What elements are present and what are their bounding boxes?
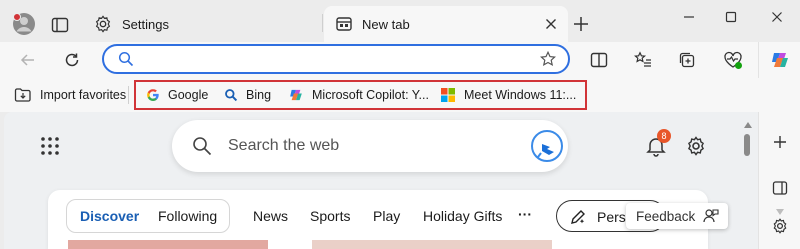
new-tab-icon bbox=[336, 16, 352, 32]
address-input[interactable] bbox=[148, 50, 532, 70]
favorite-google-label: Google bbox=[168, 88, 209, 102]
star-icon bbox=[540, 51, 556, 66]
pencil-sparkle-icon bbox=[569, 208, 587, 226]
browser-essentials-button[interactable] bbox=[722, 49, 744, 71]
split-screen-button[interactable] bbox=[588, 49, 610, 71]
search-icon bbox=[118, 51, 134, 67]
bing-chat-button[interactable] bbox=[530, 129, 564, 163]
refresh-icon bbox=[65, 53, 79, 67]
refresh-button[interactable] bbox=[60, 48, 84, 72]
apps-launcher-button[interactable] bbox=[38, 134, 62, 158]
split-screen-icon bbox=[590, 52, 608, 68]
back-button[interactable] bbox=[16, 48, 40, 72]
address-bar[interactable] bbox=[102, 44, 570, 74]
maximize-icon bbox=[725, 11, 737, 23]
close-icon bbox=[772, 12, 782, 22]
import-favorites-button[interactable]: Import favorites bbox=[14, 84, 126, 106]
tab-play[interactable]: Play bbox=[373, 208, 400, 224]
gear-icon bbox=[773, 218, 787, 234]
tab-settings-label: Settings bbox=[122, 16, 169, 32]
import-favorites-label: Import favorites bbox=[40, 88, 127, 102]
close-tab-button[interactable] bbox=[542, 15, 560, 33]
feedback-button[interactable]: Feedback bbox=[626, 203, 728, 229]
sidebar-settings-button[interactable] bbox=[768, 214, 792, 238]
tab-following[interactable]: Following bbox=[158, 208, 217, 224]
tab-sports[interactable]: Sports bbox=[310, 208, 350, 224]
collections-icon bbox=[679, 52, 695, 68]
new-tab-button[interactable] bbox=[570, 13, 592, 35]
search-placeholder: Search the web bbox=[228, 137, 340, 154]
web-search-box[interactable]: Search the web bbox=[172, 120, 568, 172]
close-icon bbox=[546, 19, 556, 29]
bing-chat-icon bbox=[531, 130, 563, 162]
tab-holiday-gifts[interactable]: Holiday Gifts bbox=[423, 208, 502, 224]
sidebar-panel-icon bbox=[772, 181, 788, 195]
tab-separator bbox=[322, 14, 323, 32]
feed-card-image[interactable] bbox=[312, 240, 552, 249]
profile-avatar[interactable] bbox=[10, 10, 38, 38]
notification-badge: 8 bbox=[657, 129, 671, 143]
page-scrollbar[interactable] bbox=[740, 112, 758, 249]
feedback-label: Feedback bbox=[636, 208, 696, 224]
minimize-button[interactable] bbox=[674, 6, 704, 28]
page-settings-button[interactable] bbox=[684, 134, 708, 158]
minimize-icon bbox=[684, 16, 694, 18]
heart-pulse-icon bbox=[724, 51, 742, 69]
gear-icon bbox=[94, 15, 112, 33]
tab-new-tab[interactable]: New tab bbox=[324, 6, 568, 42]
tab-discover[interactable]: Discover bbox=[80, 208, 139, 224]
favorite-google[interactable]: Google bbox=[146, 84, 208, 106]
bing-search-icon bbox=[225, 89, 238, 102]
profile-icon bbox=[13, 13, 35, 35]
more-tabs-button[interactable]: ··· bbox=[518, 206, 532, 222]
favorites-divider bbox=[128, 86, 129, 104]
vertical-tabs-icon bbox=[51, 17, 69, 33]
app-grid-icon bbox=[41, 137, 59, 155]
favorite-windows-label: Meet Windows 11:... bbox=[464, 88, 577, 102]
feedback-person-icon bbox=[703, 208, 719, 224]
favorite-star-button[interactable] bbox=[540, 51, 556, 67]
favorite-bing[interactable]: Bing bbox=[224, 84, 271, 106]
plus-icon bbox=[574, 17, 588, 31]
folder-import-icon bbox=[14, 88, 31, 102]
triangle-up-icon bbox=[744, 122, 752, 128]
add-sidebar-app-button[interactable] bbox=[768, 130, 792, 154]
tab-actions-button[interactable] bbox=[48, 13, 72, 37]
copilot-icon bbox=[290, 89, 302, 101]
tab-news[interactable]: News bbox=[253, 208, 288, 224]
windows-icon bbox=[441, 88, 455, 102]
scroll-up-arrow[interactable] bbox=[742, 120, 754, 130]
favorite-copilot[interactable]: Microsoft Copilot: Y... bbox=[288, 84, 429, 106]
maximize-button[interactable] bbox=[716, 6, 746, 28]
google-icon bbox=[147, 89, 159, 101]
back-arrow-icon bbox=[20, 54, 34, 66]
feed-card-image[interactable] bbox=[68, 240, 268, 249]
favorite-bing-label: Bing bbox=[246, 88, 272, 102]
scroll-thumb[interactable] bbox=[744, 134, 750, 156]
collections-button[interactable] bbox=[676, 49, 698, 71]
hide-sidebar-button[interactable] bbox=[768, 176, 792, 200]
favorite-copilot-label: Microsoft Copilot: Y... bbox=[312, 88, 429, 102]
copilot-sidebar-button[interactable] bbox=[768, 48, 792, 72]
tab-settings[interactable]: Settings bbox=[84, 6, 322, 42]
close-window-button[interactable] bbox=[762, 6, 792, 28]
gear-icon bbox=[688, 136, 704, 156]
plus-icon bbox=[774, 136, 786, 148]
favorite-windows[interactable]: Meet Windows 11:... bbox=[440, 84, 576, 106]
favorites-list-icon bbox=[634, 51, 651, 67]
tab-new-tab-label: New tab bbox=[362, 16, 410, 32]
copilot-icon bbox=[772, 53, 788, 67]
favorites-button[interactable] bbox=[632, 49, 654, 71]
search-icon bbox=[192, 136, 212, 156]
